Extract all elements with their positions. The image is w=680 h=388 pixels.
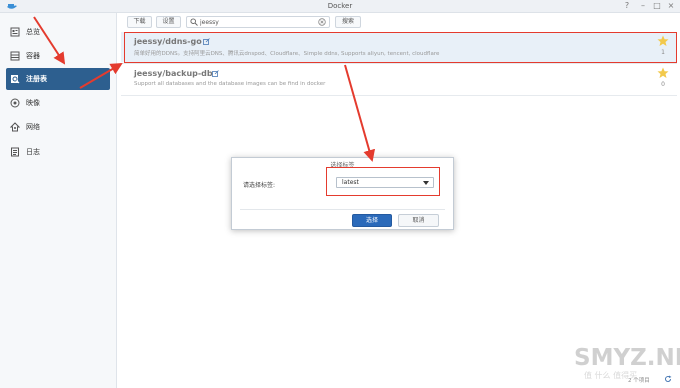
title-bar: Docker ? – □ × [0,0,680,13]
close-icon[interactable]: × [666,1,676,11]
result-row-backup-db[interactable]: jeessy/backup-db Support all databases a… [121,64,677,94]
sidebar-item-label: 容器 [26,52,40,60]
sidebar-item-registry[interactable]: 注册表 [6,68,110,90]
star-icon [657,67,669,78]
external-link-icon[interactable] [212,70,219,77]
sidebar-item-label: 映像 [26,99,40,107]
sidebar-item-label: 注册表 [26,75,47,83]
search-input[interactable] [200,18,310,27]
network-icon [10,122,20,132]
row-divider [121,95,677,96]
help-icon[interactable]: ? [622,1,632,11]
dialog-divider [240,209,445,210]
overview-icon [10,27,20,37]
select-button[interactable]: 选择 [352,214,392,227]
sidebar-item-label: 网络 [26,123,40,131]
refresh-icon[interactable] [664,375,672,383]
container-icon [10,51,20,61]
registry-icon [10,74,20,84]
download-button[interactable]: 下载 [127,16,152,28]
annotation-box-result [124,32,677,63]
star-count: 0 [661,81,665,88]
search-button[interactable]: 搜索 [335,16,361,28]
minimize-icon[interactable]: – [638,1,648,11]
sidebar-item-network[interactable]: 网络 [6,116,110,138]
sidebar-item-label: 日志 [26,148,40,156]
sidebar: 总览 容器 注册表 映像 网络 日志 [0,13,117,388]
settings-button[interactable]: 设置 [156,16,181,28]
annotation-box-tag-select [326,167,440,196]
toolbar: 下载 设置 搜索 [118,13,680,30]
log-icon [10,147,20,157]
maximize-icon[interactable]: □ [652,1,662,11]
cancel-button[interactable]: 取消 [398,214,439,227]
image-icon [10,98,20,108]
watermark: SMYZ.NET [574,345,680,371]
repository-name: jeessy/backup-db [134,69,213,78]
sidebar-item-label: 总览 [26,28,40,36]
repository-description: Support all databases and the database i… [134,81,326,87]
search-box [186,16,330,28]
window-title: Docker [327,2,353,10]
clear-search-icon[interactable] [318,18,326,26]
search-icon [190,18,198,26]
tag-label: 请选择标签: [243,182,276,189]
watermark-sub: 值 什么 值得买 [584,371,638,380]
sidebar-item-container[interactable]: 容器 [6,45,110,67]
sidebar-item-image[interactable]: 映像 [6,92,110,114]
sidebar-item-log[interactable]: 日志 [6,141,110,163]
sidebar-item-overview[interactable]: 总览 [6,21,110,43]
